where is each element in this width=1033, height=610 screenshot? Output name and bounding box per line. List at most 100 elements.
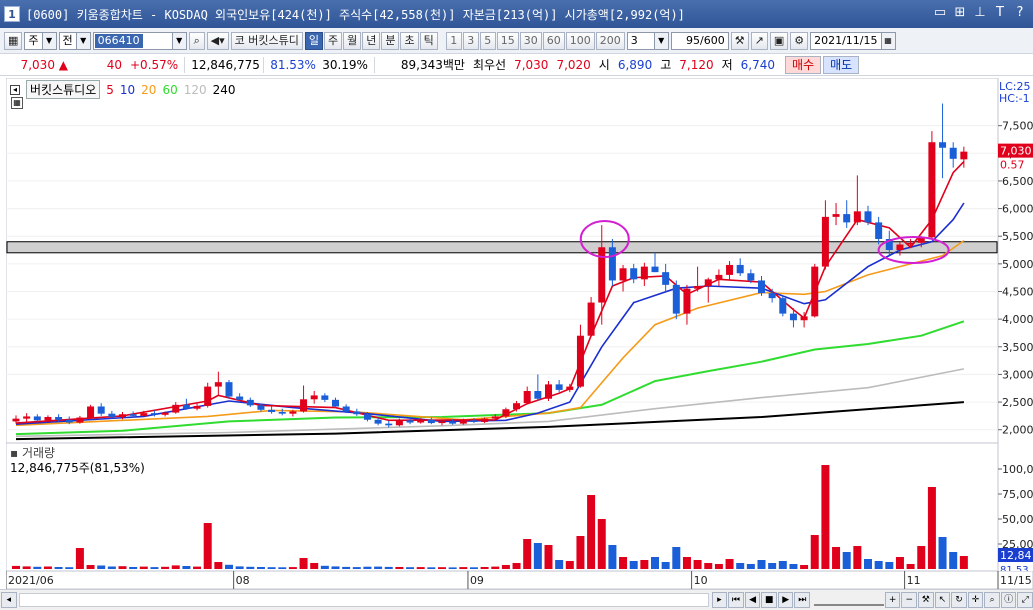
speaker-icon[interactable]: ◀▾ xyxy=(206,31,229,50)
tool-icon[interactable]: ⚒ xyxy=(918,592,934,608)
stop-icon[interactable]: ■ xyxy=(761,592,777,608)
minute-button[interactable]: 30 xyxy=(519,31,542,50)
last-icon[interactable]: ⏭ xyxy=(794,592,811,608)
text-icon[interactable]: T xyxy=(993,5,1007,21)
volume-bar xyxy=(768,563,777,569)
count-input[interactable]: 95/600 xyxy=(670,31,729,50)
volume-chart[interactable]: 100,075,0050,0025,0012,8481.53 xyxy=(6,443,1033,571)
period-type-select[interactable]: 전 ▼ xyxy=(58,31,91,50)
candle-body xyxy=(204,386,212,406)
candle-body xyxy=(619,268,627,281)
y-tick-label: 3,500 xyxy=(1002,341,1033,354)
pointer-icon[interactable]: ↖ xyxy=(934,592,951,608)
chart-tools-icon[interactable]: ⚒ xyxy=(730,31,749,50)
candle-body xyxy=(353,411,361,415)
zoom-slider[interactable] xyxy=(814,594,884,606)
timeframe-button[interactable]: 년 xyxy=(362,31,381,50)
zoom-in-icon[interactable]: + xyxy=(884,592,901,608)
refresh-icon[interactable]: ↻ xyxy=(951,592,967,608)
expand-icon[interactable]: ⤢ xyxy=(1017,592,1033,608)
volume-bar xyxy=(225,564,233,569)
stock-name-button[interactable]: 코 버킷스튜디 xyxy=(230,31,303,50)
minute-button[interactable]: 15 xyxy=(496,31,519,50)
volume-bar xyxy=(288,567,297,569)
candle-body xyxy=(502,409,510,417)
timeframe-button[interactable]: 일 xyxy=(304,31,323,50)
minute-button[interactable]: 200 xyxy=(595,31,625,50)
grid-icon[interactable]: ⊞ xyxy=(953,5,967,21)
timeframe-button[interactable]: 월 xyxy=(343,31,362,50)
y-tick-label: 4,500 xyxy=(1002,285,1033,298)
help-icon[interactable]: ? xyxy=(1013,5,1027,21)
prev-icon[interactable]: ◀ xyxy=(744,592,761,608)
timeframe-button[interactable]: 틱 xyxy=(419,31,438,50)
legend-title[interactable]: 버킷스튜디오 xyxy=(26,80,101,99)
volume-bar xyxy=(895,557,904,569)
volume-bar xyxy=(725,559,734,569)
candle-body xyxy=(342,406,350,412)
volume-bar xyxy=(129,567,138,569)
timeframe-button[interactable]: 주 xyxy=(323,31,343,50)
candle-body xyxy=(129,414,137,416)
calendar-icon[interactable]: ▦ xyxy=(880,32,895,49)
sell-button[interactable]: 매도 xyxy=(823,55,860,74)
pin-icon[interactable]: ⊥ xyxy=(973,5,987,21)
price-chart[interactable]: 7,5007,0006,5006,0005,5005,0004,5004,000… xyxy=(6,78,1033,443)
window-icon[interactable]: ▭ xyxy=(933,5,947,21)
period-type-value: 전 xyxy=(62,33,73,47)
crosshair-icon[interactable]: ✛ xyxy=(967,592,984,608)
minute-button[interactable]: 5 xyxy=(479,31,496,50)
save-icon[interactable]: ▣ xyxy=(769,31,789,50)
main-toolbar: ▦ 주 ▼ 전 ▼ 066410 ▼ ⌕ ◀▾ 코 버킷스튜디 일주월년분초틱 … xyxy=(0,28,1033,54)
info-icon[interactable]: ⓘ xyxy=(1000,592,1017,608)
stock-code-input[interactable]: 066410 ▼ xyxy=(92,31,187,50)
volume-value: 12,846,775주(81,53%) xyxy=(10,461,145,475)
high-label: 고 xyxy=(660,58,672,72)
next-icon[interactable]: ▶ xyxy=(777,592,794,608)
current-price: 7,030 ▲ xyxy=(20,57,68,72)
volume-bar xyxy=(469,567,478,569)
scroll-right-icon[interactable]: ▸ xyxy=(711,592,728,608)
scroll-left-icon[interactable]: ◂ xyxy=(1,592,17,608)
market-select[interactable]: 주 ▼ xyxy=(24,31,57,50)
quote-bar: 7,030 ▲ 40 +0.57% 12,846,775 81.53% 30.1… xyxy=(0,54,1033,76)
minute-button[interactable]: 100 xyxy=(565,31,595,50)
vol-tag: 12,84 xyxy=(1000,549,1032,562)
chevron-down-icon[interactable]: ▼ xyxy=(171,32,186,49)
zoom-out-icon[interactable]: − xyxy=(901,592,918,608)
search-icon[interactable]: ⌕ xyxy=(188,31,205,50)
interval-value: 3 xyxy=(630,33,638,47)
draw-tool-icon[interactable]: ↗ xyxy=(750,31,768,50)
first-icon[interactable]: ⏮ xyxy=(728,592,744,608)
chevron-down-icon[interactable]: ▼ xyxy=(653,32,668,49)
grid-icon[interactable]: ▦ xyxy=(4,31,23,50)
interval-select[interactable]: 3 ▼ xyxy=(626,31,669,50)
buy-button[interactable]: 매수 xyxy=(785,55,822,74)
table-icon[interactable]: ▦ xyxy=(11,97,23,109)
timeframe-button[interactable]: 초 xyxy=(400,31,419,50)
gear-icon[interactable]: ⚙ xyxy=(790,31,809,50)
date-label: 11 xyxy=(907,574,921,587)
volume-bar xyxy=(672,547,681,569)
volume-bar xyxy=(416,567,425,569)
timeframe-button[interactable]: 분 xyxy=(381,31,400,50)
volume-bar xyxy=(746,564,755,569)
minute-button[interactable]: 3 xyxy=(462,31,479,50)
volume-title: ▪ 거래량 xyxy=(10,446,56,460)
legend-toggle-icon[interactable]: ◂ xyxy=(10,84,20,95)
volume-bar xyxy=(118,566,127,569)
horizontal-scrollbar[interactable] xyxy=(18,593,709,607)
chevron-down-icon[interactable]: ▼ xyxy=(41,32,56,49)
turnover-rate: 30.19% xyxy=(322,57,368,72)
search-icon[interactable]: ⌕ xyxy=(984,592,1000,608)
volume-bar xyxy=(629,561,638,569)
date-input[interactable]: 2021/11/15 ▦ xyxy=(810,31,896,50)
candle-body xyxy=(779,298,787,314)
candle-body xyxy=(960,151,968,160)
open-label: 시 xyxy=(598,58,610,72)
title-icons: ▭ ⊞ ⊥ T ? xyxy=(933,5,1027,21)
minute-button[interactable]: 1 xyxy=(445,31,462,50)
minute-button[interactable]: 60 xyxy=(542,31,565,50)
chevron-down-icon[interactable]: ▼ xyxy=(75,32,90,49)
volume-bar xyxy=(406,567,415,569)
